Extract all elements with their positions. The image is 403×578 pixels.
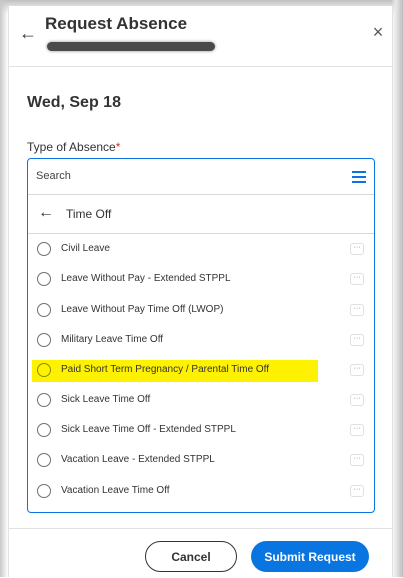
absence-option[interactable]: Leave Without Pay - Extended STPPL ···	[28, 269, 374, 291]
close-icon[interactable]: ×	[368, 22, 388, 42]
window-shadow-left	[0, 0, 8, 577]
more-options-icon[interactable]: ···	[350, 304, 364, 316]
panel-footer: Cancel Submit Request	[9, 528, 392, 578]
radio-button[interactable]	[37, 423, 51, 437]
type-of-absence-label: Type of Absence*	[27, 140, 120, 154]
absence-option[interactable]: Sick Leave Time Off - Extended STPPL ···	[28, 420, 374, 442]
panel-title: Request Absence	[45, 14, 188, 33]
redacted-subtitle	[47, 42, 215, 51]
more-options-icon[interactable]: ···	[350, 334, 364, 346]
more-options-icon[interactable]: ···	[350, 394, 364, 406]
more-options-icon[interactable]: ···	[350, 454, 364, 466]
radio-button[interactable]	[37, 303, 51, 317]
list-view-icon[interactable]	[352, 171, 366, 183]
option-label: Vacation Leave Time Off	[61, 485, 170, 496]
absence-option[interactable]: Civil Leave ···	[28, 239, 374, 261]
absence-option-highlighted[interactable]: Paid Short Term Pregnancy / Parental Tim…	[28, 360, 374, 382]
required-marker: *	[115, 140, 121, 154]
radio-button[interactable]	[37, 393, 51, 407]
absence-option[interactable]: Sick Leave Time Off ···	[28, 390, 374, 412]
more-options-icon[interactable]: ···	[350, 485, 364, 497]
search-row	[28, 159, 374, 195]
more-options-icon[interactable]: ···	[350, 424, 364, 436]
option-label: Sick Leave Time Off - Extended STPPL	[61, 424, 236, 435]
option-label: Leave Without Pay - Extended STPPL	[61, 273, 231, 284]
absence-option[interactable]: Leave Without Pay Time Off (LWOP) ···	[28, 300, 374, 322]
category-back-row[interactable]: ← Time Off	[28, 195, 374, 234]
search-input[interactable]	[36, 168, 316, 184]
more-options-icon[interactable]: ···	[350, 364, 364, 376]
radio-button[interactable]	[37, 333, 51, 347]
radio-button[interactable]	[37, 242, 51, 256]
radio-button[interactable]	[37, 363, 51, 377]
absence-date: Wed, Sep 18	[27, 94, 121, 111]
option-label: Vacation Leave - Extended STPPL	[61, 454, 215, 465]
back-arrow-icon[interactable]: ←	[19, 24, 37, 42]
category-back-arrow-icon[interactable]: ←	[38, 205, 54, 221]
more-options-icon[interactable]: ···	[350, 273, 364, 285]
absence-option[interactable]: Vacation Leave - Extended STPPL ···	[28, 450, 374, 472]
option-label: Paid Short Term Pregnancy / Parental Tim…	[61, 364, 270, 375]
absence-type-dropdown: ← Time Off Civil Leave ··· Leave Without…	[27, 158, 375, 513]
absence-option[interactable]: Military Leave Time Off ···	[28, 330, 374, 352]
submit-request-button[interactable]: Submit Request	[251, 541, 369, 572]
radio-button[interactable]	[37, 272, 51, 286]
radio-button[interactable]	[37, 453, 51, 467]
more-options-icon[interactable]: ···	[350, 243, 364, 255]
request-absence-panel: ← Request Absence × Wed, Sep 18 Type of …	[8, 6, 393, 577]
absence-option[interactable]: Vacation Leave Time Off ···	[28, 481, 374, 503]
panel-header: ← Request Absence ×	[9, 6, 392, 67]
option-label: Leave Without Pay Time Off (LWOP)	[61, 304, 224, 315]
cancel-button[interactable]: Cancel	[145, 541, 237, 572]
radio-button[interactable]	[37, 484, 51, 498]
field-label-text: Type of Absence	[27, 140, 116, 154]
category-label: Time Off	[66, 207, 112, 221]
option-label: Civil Leave	[61, 243, 110, 254]
option-label: Sick Leave Time Off	[61, 394, 151, 405]
option-label: Military Leave Time Off	[61, 334, 164, 345]
